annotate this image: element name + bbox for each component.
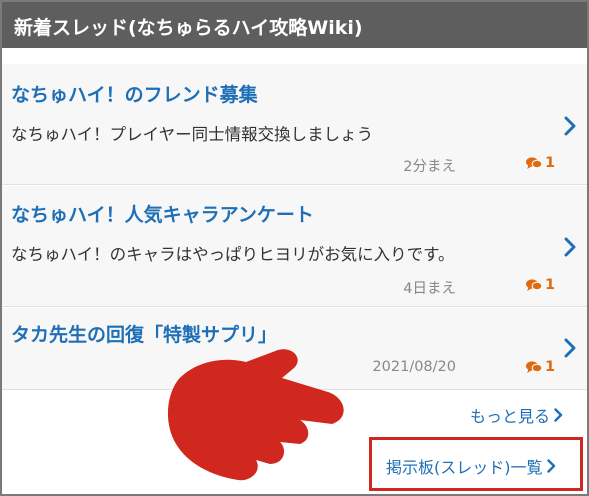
widget-header: 新着スレッド(なちゅらるハイ攻略Wiki): [2, 2, 587, 48]
thread-timestamp: 4日まえ: [403, 281, 456, 297]
thread-item-friend-recruit[interactable]: なちゅハイ！のフレンド募集 なちゅハイ！プレイヤー同士情報交換しましょう 2分ま…: [2, 64, 587, 185]
chevron-right-icon[interactable]: [564, 338, 576, 358]
pointing-hand-icon: [167, 349, 344, 481]
thread-description: なちゅハイ！プレイヤー同士情報交換しましょう: [11, 125, 374, 144]
comment-count: 1: [545, 277, 556, 293]
comment-count: 1: [545, 359, 556, 375]
widget-title: 新着スレッド(なちゅらるハイ攻略Wiki): [14, 17, 363, 39]
chevron-right-icon: [554, 408, 563, 422]
thread-comment-count: 1: [526, 155, 555, 171]
board-list-link[interactable]: 掲示板(スレッド)一覧: [386, 454, 556, 478]
chevron-right-icon[interactable]: [564, 237, 576, 257]
comment-bubbles-icon: [526, 157, 542, 169]
chevron-right-icon[interactable]: [564, 116, 576, 136]
thread-description: なちゅハイ！のキャラはやっぱりヒヨリがお気に入りです。: [11, 245, 455, 264]
board-list-label[interactable]: 掲示板(スレッド)一覧: [386, 454, 543, 478]
thread-timestamp: 2分まえ: [403, 159, 456, 175]
thread-comment-count: 1: [526, 277, 555, 293]
more-link-label[interactable]: もっと見る: [470, 403, 550, 427]
thread-comment-count: 1: [526, 359, 555, 375]
more-link[interactable]: もっと見る: [470, 403, 563, 427]
thread-timestamp: 2021/08/20: [372, 359, 456, 375]
thread-item-popularity-poll[interactable]: なちゅハイ！人気キャラアンケート なちゅハイ！のキャラはやっぱりヒヨリがお気に入…: [2, 186, 587, 307]
thread-title[interactable]: なちゅハイ！人気キャラアンケート: [11, 200, 314, 227]
thread-title[interactable]: なちゅハイ！のフレンド募集: [11, 80, 258, 107]
comment-count: 1: [545, 155, 556, 171]
comment-bubbles-icon: [526, 361, 542, 373]
comment-bubbles-icon: [526, 279, 542, 291]
header-gap: [2, 48, 587, 64]
chevron-right-icon: [546, 459, 555, 473]
